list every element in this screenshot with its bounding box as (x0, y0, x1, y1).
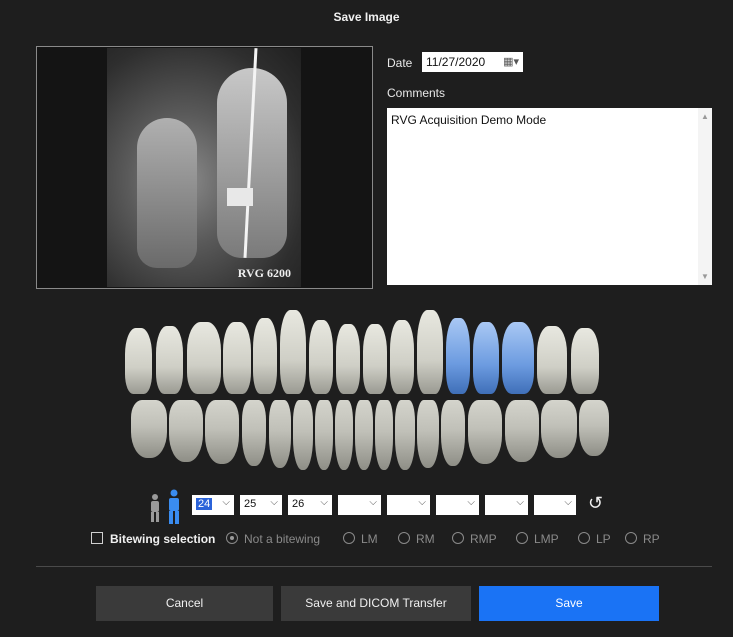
dialog-title: Save Image (333, 10, 400, 24)
date-picker[interactable]: 11/27/2020 ▦▾ (422, 52, 523, 72)
comments-textarea[interactable]: RVG Acquisition Demo Mode ▲ ▼ (387, 108, 712, 285)
comments-label: Comments (387, 86, 446, 100)
tooth-select-value: 25 (244, 498, 257, 510)
tooth-select-value: 24 (196, 498, 213, 510)
child-person-icon[interactable] (148, 493, 162, 523)
tooth-select-2[interactable]: 25 ⌵ (240, 495, 282, 515)
chevron-down-icon: ⌵ (516, 497, 524, 508)
upper-tooth[interactable] (363, 324, 387, 394)
lower-tooth[interactable] (269, 400, 291, 468)
chevron-down-icon: ⌵ (467, 497, 475, 508)
lower-tooth[interactable] (315, 400, 333, 470)
tooth-select-4[interactable]: ⌵ (338, 495, 381, 515)
radio-label: LP (596, 532, 611, 546)
xray-watermark: RVG 6200 (237, 266, 291, 280)
save-and-dicom-transfer-button[interactable]: Save and DICOM Transfer (281, 586, 471, 621)
save-button[interactable]: Save (479, 586, 659, 621)
upper-tooth[interactable] (223, 322, 251, 394)
chevron-down-icon: ⌵ (564, 497, 572, 508)
lower-tooth[interactable] (468, 400, 502, 464)
upper-tooth[interactable] (280, 310, 306, 394)
lower-tooth[interactable] (355, 400, 373, 470)
radio-lp[interactable] (578, 532, 590, 544)
radio-not-a-bitewing[interactable] (226, 532, 238, 544)
cancel-button[interactable]: Cancel (96, 586, 273, 621)
lower-tooth[interactable] (375, 400, 393, 470)
upper-tooth[interactable] (187, 322, 221, 394)
upper-tooth[interactable] (336, 324, 360, 394)
lower-tooth[interactable] (205, 400, 239, 464)
comments-scrollbar[interactable]: ▲ ▼ (698, 108, 712, 285)
chevron-down-icon: ⌵ (320, 497, 328, 508)
scroll-up-icon[interactable]: ▲ (701, 112, 709, 121)
radio-rp[interactable] (625, 532, 637, 544)
chevron-down-icon: ⌵ (270, 497, 278, 508)
xray-marker (227, 188, 253, 206)
lower-tooth[interactable] (335, 400, 353, 470)
radio-rmp[interactable] (452, 532, 464, 544)
radio-lm[interactable] (343, 532, 355, 544)
lower-tooth[interactable] (131, 400, 167, 458)
adult-person-icon[interactable] (166, 489, 182, 525)
lower-tooth[interactable] (395, 400, 415, 470)
date-value: 11/27/2020 (426, 55, 486, 69)
radio-lmp[interactable] (516, 532, 528, 544)
lower-tooth[interactable] (541, 400, 577, 458)
upper-tooth[interactable] (417, 310, 443, 394)
upper-tooth[interactable] (156, 326, 183, 394)
tooth-select-8[interactable]: ⌵ (534, 495, 576, 515)
xray-image: RVG 6200 (107, 48, 301, 287)
tooth-select-value: 26 (292, 498, 305, 510)
chevron-down-icon: ⌵ (369, 497, 377, 508)
radio-label: RMP (470, 532, 497, 546)
upper-tooth[interactable] (537, 326, 567, 394)
tooth-select-5[interactable]: ⌵ (387, 495, 430, 515)
lower-tooth[interactable] (417, 400, 439, 468)
lower-tooth[interactable] (242, 400, 266, 466)
tooth-select-1[interactable]: 24 ⌵ (192, 495, 234, 515)
radio-label: LM (361, 532, 378, 546)
radio-label: Not a bitewing (244, 532, 321, 546)
radio-label: RP (643, 532, 660, 546)
xray-tooth-left (137, 118, 197, 268)
lower-tooth[interactable] (579, 400, 609, 456)
lower-tooth[interactable] (505, 400, 539, 462)
comments-text: RVG Acquisition Demo Mode (391, 113, 547, 127)
tooth-select-3[interactable]: 26 ⌵ (288, 495, 332, 515)
upper-tooth[interactable] (309, 320, 333, 394)
upper-tooth-selected[interactable] (446, 318, 470, 394)
upper-tooth[interactable] (571, 328, 599, 394)
lower-tooth[interactable] (293, 400, 313, 470)
image-preview: RVG 6200 (36, 46, 373, 289)
upper-tooth[interactable] (390, 320, 414, 394)
upper-tooth[interactable] (125, 328, 152, 394)
bitewing-checkbox[interactable] (91, 532, 103, 544)
tooth-select-6[interactable]: ⌵ (436, 495, 479, 515)
radio-label: RM (416, 532, 435, 546)
reset-icon[interactable]: ↺ (588, 493, 603, 514)
scroll-down-icon[interactable]: ▼ (701, 272, 709, 281)
lower-tooth[interactable] (169, 400, 203, 462)
date-label: Date (387, 56, 413, 70)
upper-tooth-selected[interactable] (502, 322, 534, 394)
tooth-select-7[interactable]: ⌵ (485, 495, 528, 515)
bitewing-row: Bitewing selection Not a bitewing LM RM … (0, 532, 733, 548)
upper-tooth-selected[interactable] (473, 322, 499, 394)
lower-tooth[interactable] (441, 400, 465, 466)
upper-tooth[interactable] (253, 318, 277, 394)
radio-label: LMP (534, 532, 559, 546)
chevron-down-icon: ⌵ (222, 497, 230, 508)
footer-divider (36, 566, 712, 567)
calendar-dropdown-icon[interactable]: ▦▾ (503, 55, 519, 68)
bitewing-checkbox-label: Bitewing selection (110, 532, 216, 546)
chevron-down-icon: ⌵ (418, 497, 426, 508)
radio-rm[interactable] (398, 532, 410, 544)
